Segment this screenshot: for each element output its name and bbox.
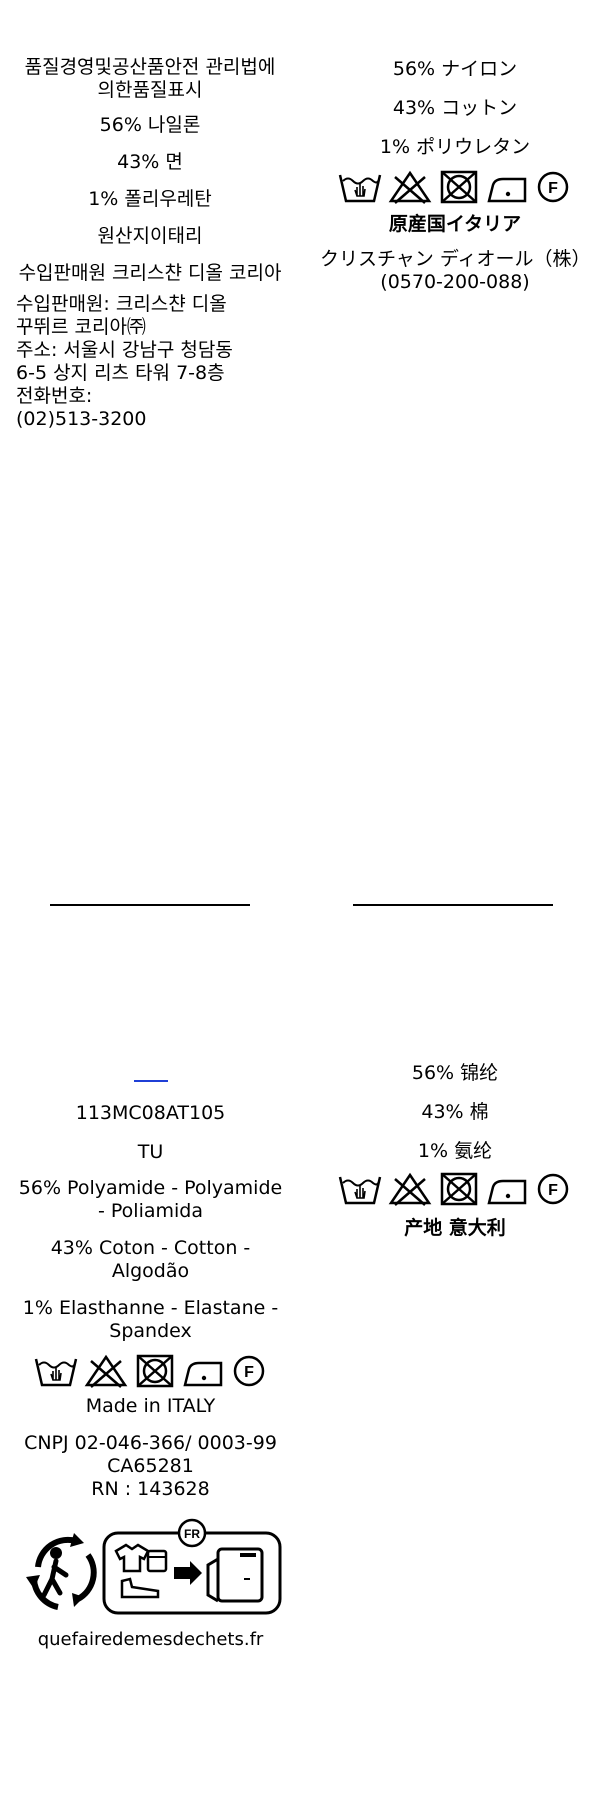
japanese-company: クリスチャン ディオール（株） [320,248,591,270]
no-tumble-dry-icon [440,1172,478,1206]
iron-low-icon [487,177,527,203]
composition-elastane: 1% Elasthanne - Elastane - Spandex [22,1297,279,1342]
chinese-line-nylon: 56% 锦纶 [411,1062,499,1084]
fr-badge-text: FR [184,1527,200,1541]
dry-clean-f-icon: F [233,1355,264,1387]
wash-30-icon [338,174,382,203]
care-symbols-international: F [18,1353,283,1389]
chinese-label-section: 56% 锦纶 43% 棉 1% 氨纶 F 产地 意大利 [320,1062,590,1240]
japanese-phone: (0570-200-088) [380,271,530,293]
chinese-line-cotton: 43% 棉 [421,1101,489,1123]
japanese-line-cotton: 43% コットン [392,97,518,119]
korean-address-line: 6-5 상지 리츠 타워 7-8층 [16,362,225,384]
svg-text:F: F [548,1182,558,1199]
underline-link[interactable] [133,1080,168,1082]
korean-address-line: 수입판매원: 크리스챤 디올 [16,293,227,315]
iron-low-icon [182,1361,222,1387]
japanese-line-nylon: 56% ナイロン [392,58,518,80]
divider-right [353,904,553,906]
no-tumble-dry-icon [440,170,478,204]
korean-origin: 원산지이태리 [97,225,203,247]
korean-line-pu: 1% 폴리우레탄 [88,188,212,210]
care-symbols-chinese: F [320,1171,590,1207]
korean-address-line: 주소: 서울시 강남구 청담동 [16,339,233,361]
chinese-line-spandex: 1% 氨纶 [417,1140,493,1162]
korean-address-line: 꾸뛰르 코리아㈜ [16,316,146,338]
no-tumble-dry-icon [136,1354,173,1388]
chinese-origin: 产地 意大利 [404,1217,506,1239]
size-label: TU [137,1141,164,1163]
code-ca: CA65281 [107,1455,194,1477]
korean-title: 품질경영및공산품안전 관리법에의한품질표시 [24,56,276,101]
korean-address-block: 수입판매원: 크리스챤 디올 꾸뛰르 코리아㈜ 주소: 서울시 강남구 청담동 … [16,293,284,431]
korean-line-nylon: 56% 나일론 [99,114,201,136]
composition-polyamide: 56% Polyamide - Polyamide - Poliamida [18,1177,283,1222]
wash-30-icon [338,1176,382,1205]
no-bleach-icon [388,170,432,204]
korean-address-line: 전화번호: [16,385,93,407]
korean-importer: 수입판매원 크리스챤 디올 코리아 [18,262,282,284]
dry-clean-f-icon: F [537,1173,569,1205]
svg-text:F: F [244,1364,254,1381]
svg-text:F: F [548,180,558,197]
korean-address-line: (02)513-3200 [16,408,147,430]
care-symbols-japanese: F [320,169,590,205]
japanese-origin: 原産国イタリア [388,213,522,235]
no-bleach-icon [388,1172,432,1206]
product-reference: 113MC08AT105 [75,1102,226,1124]
korean-line-cotton: 43% 면 [117,151,183,173]
no-bleach-icon [84,1354,127,1388]
international-label-section: 113MC08AT105 TU 56% Polyamide - Polyamid… [18,1080,283,1651]
divider-left [50,904,250,906]
code-rn: RN : 143628 [91,1478,210,1500]
triman-recycling-logo: FR [26,1518,282,1615]
made-in: Made in ITALY [85,1395,216,1417]
wash-30-icon [34,1358,77,1387]
korean-label-section: 품질경영및공산품안전 관리법에의한품질표시 56% 나일론 43% 면 1% 폴… [16,56,284,431]
recycling-website[interactable]: quefairedemesdechets.fr [18,1628,283,1651]
iron-low-icon [487,1179,527,1205]
composition-cotton: 43% Coton - Cotton - Algodão [50,1237,251,1282]
japanese-line-pu: 1% ポリウレタン [379,136,531,158]
code-cnpj: CNPJ 02-046-366/ 0003-99 [24,1432,277,1454]
japanese-label-section: 56% ナイロン 43% コットン 1% ポリウレタン F 原産国イタリア クリ… [320,58,591,294]
dry-clean-f-icon: F [537,171,569,203]
